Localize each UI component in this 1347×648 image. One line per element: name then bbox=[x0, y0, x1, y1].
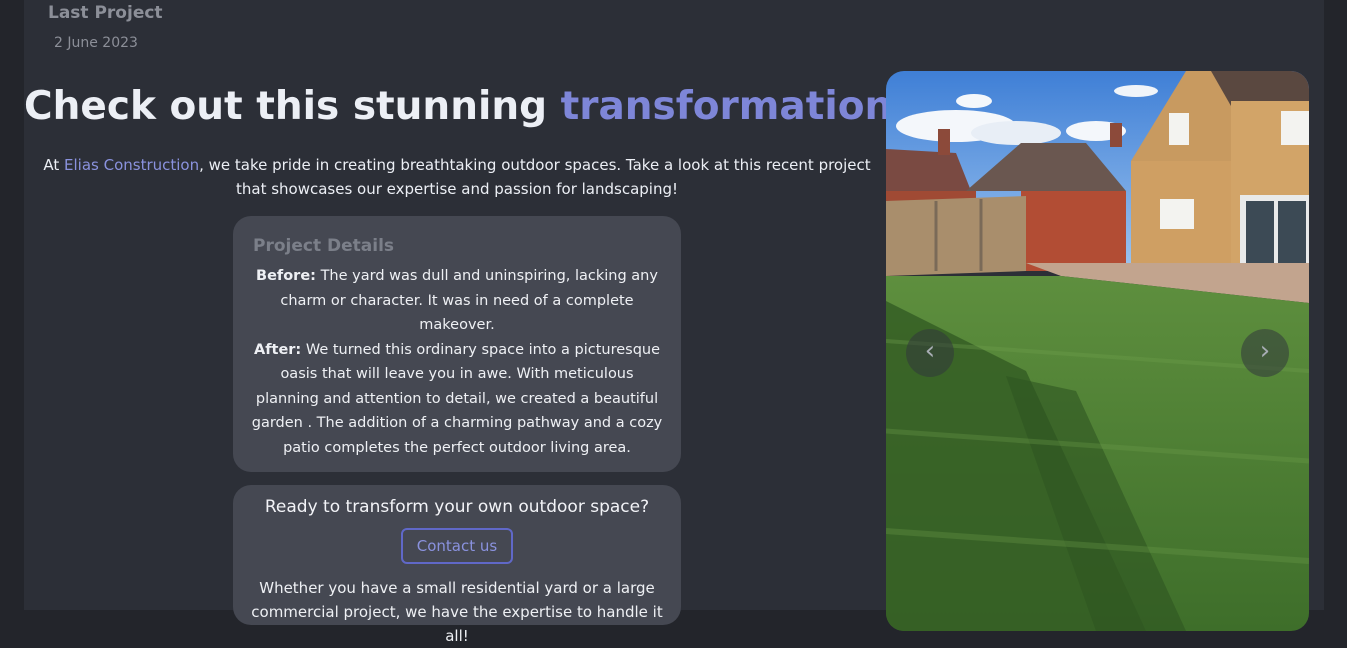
carousel-prev-button[interactable]: ‹ bbox=[906, 329, 954, 377]
cta-title: Ready to transform your own outdoor spac… bbox=[264, 497, 650, 517]
carousel-next-button[interactable]: › bbox=[1241, 329, 1289, 377]
contact-us-button[interactable]: Contact us bbox=[401, 528, 513, 564]
headline-accent: transformation bbox=[560, 84, 893, 129]
page-headline: Check out this stunning transformation! bbox=[24, 84, 910, 129]
cta-card: Ready to transform your own outdoor spac… bbox=[233, 485, 681, 645]
after-text: We turned this ordinary space into a pic… bbox=[251, 341, 663, 456]
cta-body: Whether you have a small residential yar… bbox=[251, 579, 663, 645]
details-body: Before: The yard was dull and uninspirin… bbox=[247, 264, 667, 460]
details-title: Project Details bbox=[253, 236, 395, 256]
company-link[interactable]: Elias Construction bbox=[64, 156, 199, 174]
project-details-card: Project Details Before: The yard was dul… bbox=[233, 216, 681, 472]
project-date: 2 June 2023 bbox=[54, 35, 138, 51]
project-panel: Last Project 2 June 2023 Check out this … bbox=[24, 0, 1324, 645]
intro-prefix: At bbox=[43, 156, 65, 174]
intro-text: , we take pride in creating breathtaking… bbox=[199, 156, 871, 198]
headline-text: Check out this stunning bbox=[24, 84, 561, 129]
before-text: The yard was dull and uninspiring, lacki… bbox=[280, 268, 658, 333]
before-label: Before: bbox=[256, 268, 316, 284]
project-image-carousel[interactable]: ‹ › bbox=[886, 71, 1309, 631]
section-title: Last Project bbox=[48, 3, 163, 23]
intro-paragraph: At Elias Construction, we take pride in … bbox=[34, 153, 880, 201]
after-label: After: bbox=[253, 341, 302, 358]
